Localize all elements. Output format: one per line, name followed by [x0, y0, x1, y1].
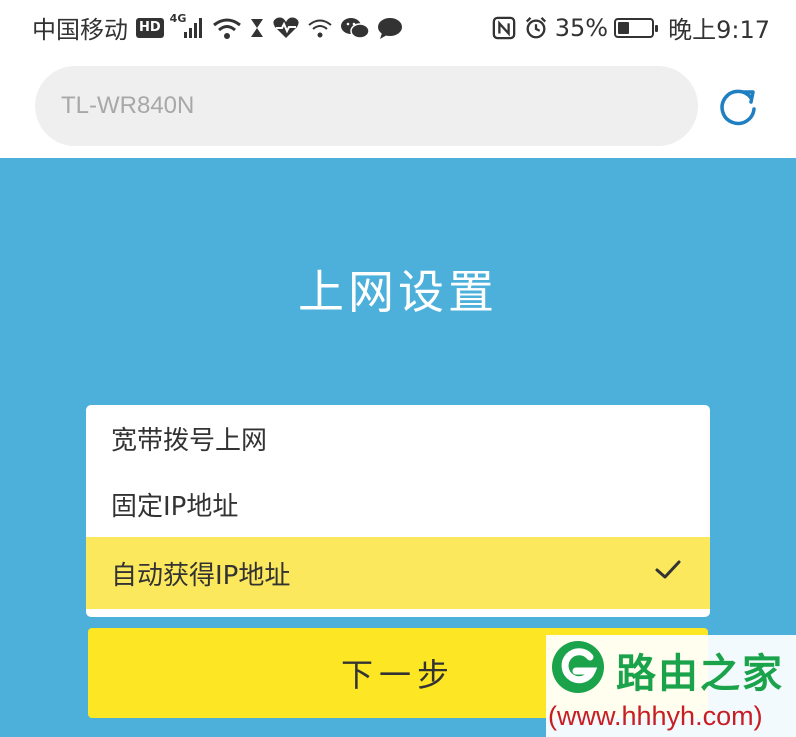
- watermark-name: 路由之家: [616, 651, 784, 697]
- status-right: 35% 晚上9:17: [491, 10, 770, 45]
- watermark: 路由之家 (www.hhhyh.com): [546, 635, 796, 737]
- carrier-label: 中国移动: [32, 16, 128, 44]
- time-label: 晚上9:17: [668, 16, 770, 44]
- wifi-assist-icon: [308, 19, 332, 37]
- option-label: 自动获得IP地址: [111, 560, 291, 591]
- router-home-logo-icon: [552, 641, 604, 693]
- reload-icon[interactable]: [717, 86, 759, 128]
- option-label: 固定IP地址: [111, 491, 239, 522]
- option-label: 宽带拨号上网: [111, 425, 268, 456]
- alarm-icon: [525, 16, 546, 38]
- battery-percent: 35%: [554, 13, 609, 42]
- signal-icon: 4G: [170, 12, 206, 40]
- option-dhcp[interactable]: 自动获得IP地址: [86, 537, 710, 609]
- battery-fill: [618, 21, 630, 34]
- status-left: 中国移动 HD 4G: [32, 10, 404, 45]
- nfc-icon: [492, 16, 516, 39]
- page-title: 上网设置: [298, 265, 498, 319]
- option-static-ip[interactable]: 固定IP地址: [86, 471, 710, 537]
- battery-icon: [614, 17, 659, 38]
- connection-type-list: 宽带拨号上网 固定IP地址 自动获得IP地址: [86, 405, 710, 617]
- wechat-icon: [340, 17, 370, 39]
- watermark-url: (www.hhhyh.com): [548, 701, 763, 731]
- address-bar[interactable]: TL-WR840N: [35, 66, 698, 146]
- message-icon: [377, 17, 402, 39]
- status-bar: 中国移动 HD 4G 35% 晚上9:17: [0, 0, 796, 52]
- option-pppoe[interactable]: 宽带拨号上网: [86, 405, 710, 471]
- network-type: 4G: [169, 11, 187, 25]
- hd-badge: HD: [136, 17, 164, 38]
- wifi-icon: [212, 18, 241, 39]
- health-icon: [273, 17, 299, 38]
- url-text: TL-WR840N: [61, 92, 195, 119]
- hourglass-icon: [250, 18, 263, 37]
- check-icon: [655, 560, 681, 579]
